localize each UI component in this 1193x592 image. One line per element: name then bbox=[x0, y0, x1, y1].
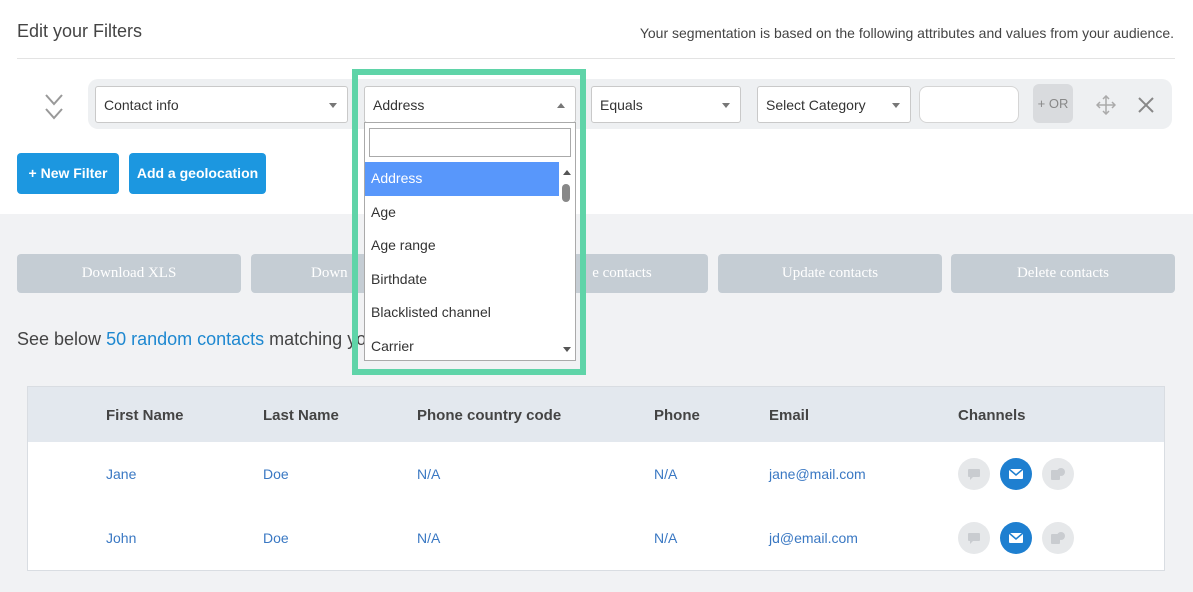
scrollbar-thumb[interactable] bbox=[562, 184, 570, 202]
email-icon[interactable] bbox=[1000, 458, 1032, 490]
chevron-down-icon bbox=[329, 103, 337, 108]
chevron-down-icon bbox=[892, 103, 900, 108]
close-icon[interactable] bbox=[1137, 96, 1155, 114]
dropdown-option[interactable]: Age bbox=[365, 196, 559, 230]
sms-icon[interactable] bbox=[958, 522, 990, 554]
column-header: Phone bbox=[654, 407, 700, 424]
country-code-cell: N/A bbox=[417, 530, 441, 546]
dropdown-option[interactable]: Address bbox=[365, 162, 559, 196]
collapse-chevrons-icon[interactable] bbox=[42, 92, 66, 122]
filters-panel: Edit your Filters Your segmentation is b… bbox=[0, 0, 1193, 214]
random-suffix: matching yo bbox=[264, 329, 367, 349]
sms-icon[interactable] bbox=[958, 458, 990, 490]
category-select[interactable]: Contact info bbox=[95, 86, 348, 123]
segmentation-description: Your segmentation is based on the follow… bbox=[639, 25, 1174, 41]
first-name-cell: John bbox=[106, 530, 137, 546]
column-header: Channels bbox=[958, 407, 1026, 424]
delete-contacts-button[interactable]: Delete contacts bbox=[951, 254, 1175, 293]
chevron-down-icon bbox=[722, 103, 730, 108]
update-contacts-button[interactable]: Update contacts bbox=[718, 254, 942, 293]
filter-value-input[interactable] bbox=[919, 86, 1019, 123]
scroll-up-icon[interactable] bbox=[563, 170, 571, 175]
scroll-down-icon[interactable] bbox=[563, 347, 571, 352]
category-select-value: Contact info bbox=[104, 97, 179, 113]
last-name-cell: Doe bbox=[263, 530, 289, 546]
add-geolocation-button[interactable]: Add a geolocation bbox=[129, 153, 266, 194]
email-icon[interactable] bbox=[1000, 522, 1032, 554]
random-contacts-link[interactable]: 50 random contacts bbox=[106, 329, 264, 349]
dropdown-options: Address Age Age range Birthdate Blacklis… bbox=[365, 162, 559, 363]
first-name-cell: Jane bbox=[106, 466, 137, 482]
dropdown-option[interactable]: Blacklisted channel bbox=[365, 296, 559, 330]
dropdown-option[interactable]: Birthdate bbox=[365, 263, 559, 297]
email-cell: jane@mail.com bbox=[769, 466, 866, 482]
operator-select-value: Equals bbox=[600, 97, 643, 113]
dropdown-scrollbar[interactable] bbox=[559, 162, 575, 360]
column-header: Phone country code bbox=[417, 407, 562, 424]
phone-cell: N/A bbox=[654, 530, 678, 546]
table-header: First Name Last Name Phone country code … bbox=[28, 387, 1164, 442]
random-contacts-heading: See below 50 random contacts matching yo bbox=[17, 329, 366, 350]
dropdown-option[interactable]: Age range bbox=[365, 229, 559, 263]
value-category-select[interactable]: Select Category bbox=[757, 86, 911, 123]
or-button[interactable]: + OR bbox=[1033, 84, 1073, 123]
phone-cell: N/A bbox=[654, 466, 678, 482]
column-header: Last Name bbox=[263, 407, 339, 424]
operator-select[interactable]: Equals bbox=[591, 86, 741, 123]
whatsapp-icon[interactable] bbox=[1042, 522, 1074, 554]
new-filter-button[interactable]: + New Filter bbox=[17, 153, 119, 194]
attribute-dropdown: Address Age Age range Birthdate Blacklis… bbox=[364, 122, 576, 361]
column-header: Email bbox=[769, 407, 810, 424]
move-icon[interactable] bbox=[1096, 95, 1116, 115]
page-title: Edit your Filters bbox=[17, 21, 143, 41]
dropdown-search-input[interactable] bbox=[369, 128, 571, 157]
country-code-cell: N/A bbox=[417, 466, 441, 482]
random-prefix: See below bbox=[17, 329, 107, 349]
dropdown-option[interactable]: Carrier bbox=[365, 330, 559, 364]
whatsapp-icon[interactable] bbox=[1042, 458, 1074, 490]
column-header: First Name bbox=[106, 407, 184, 424]
contacts-table: First Name Last Name Phone country code … bbox=[27, 386, 1165, 571]
divider bbox=[17, 58, 1175, 59]
download-xls-button[interactable]: Download XLS bbox=[17, 254, 241, 293]
last-name-cell: Doe bbox=[263, 466, 289, 482]
value-category-select-value: Select Category bbox=[766, 97, 866, 113]
email-cell: jd@email.com bbox=[769, 530, 858, 546]
